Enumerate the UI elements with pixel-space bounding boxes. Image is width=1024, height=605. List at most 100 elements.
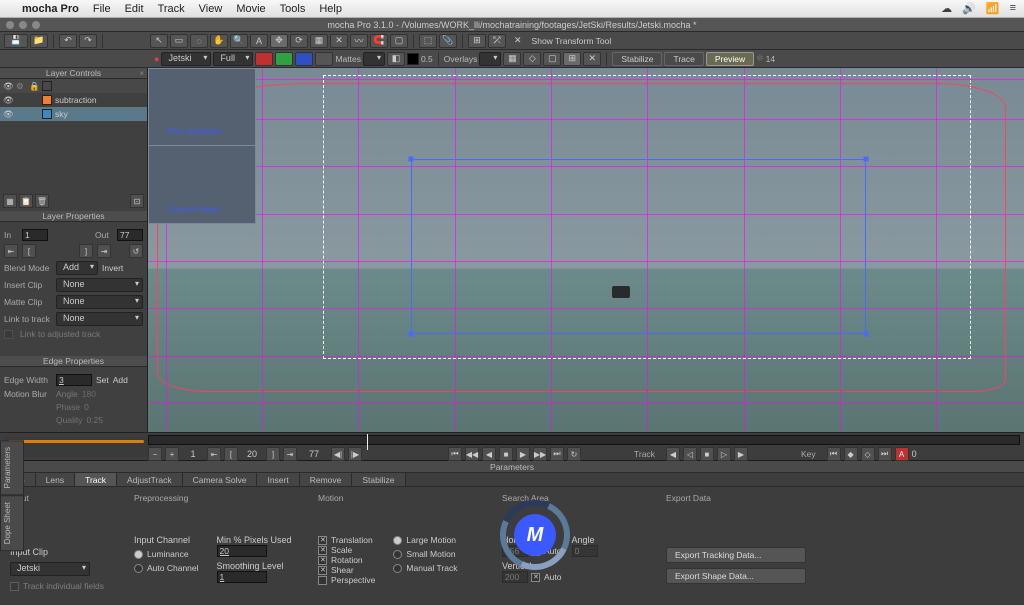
trace-button[interactable]: Trace xyxy=(664,52,703,66)
horizontal-auto-checkbox[interactable]: Auto xyxy=(531,546,562,556)
smoothing-field[interactable] xyxy=(217,571,267,583)
play-back-button[interactable]: ◀ xyxy=(482,447,496,461)
translation-checkbox[interactable]: Translation xyxy=(318,535,375,545)
angle-field[interactable] xyxy=(572,545,598,557)
large-motion-radio[interactable]: Large Motion xyxy=(393,535,457,545)
stop-button[interactable]: ■ xyxy=(499,447,513,461)
preview-button[interactable]: Preview xyxy=(706,52,754,66)
channel-g-button[interactable] xyxy=(275,52,293,66)
align-button[interactable]: ⊡ xyxy=(130,194,144,208)
prev-key-button[interactable]: ⏮ xyxy=(827,447,841,461)
traffic-lights[interactable] xyxy=(6,21,40,29)
move-tool[interactable]: ⤱ xyxy=(488,34,506,48)
autokey-a-button[interactable]: A xyxy=(895,447,909,461)
overlay-spline-toggle[interactable]: ◇ xyxy=(523,52,541,66)
link-track-dropdown[interactable]: None xyxy=(56,312,143,326)
attach-tool[interactable]: 📎 xyxy=(439,34,457,48)
panel-close-icon[interactable]: × xyxy=(139,69,144,78)
small-motion-radio[interactable]: Small Motion xyxy=(393,549,457,559)
app-menu[interactable]: mocha Pro xyxy=(22,3,79,15)
status-menu-icon[interactable]: ≡ xyxy=(1010,2,1016,15)
channel-r-button[interactable] xyxy=(255,52,273,66)
tab-stabilize[interactable]: Stabilize xyxy=(352,473,405,486)
perspective-checkbox[interactable]: Perspective xyxy=(318,575,375,585)
status-volume-icon[interactable]: 🔊 xyxy=(962,2,976,15)
timeline-ruler[interactable] xyxy=(148,435,1020,445)
out-field[interactable] xyxy=(117,229,143,241)
blend-mode-dropdown[interactable]: Add xyxy=(56,261,98,275)
close-hint-icon[interactable]: ✕ xyxy=(514,35,522,46)
open-button[interactable]: 📁 xyxy=(30,34,48,48)
play-button[interactable]: ▶ xyxy=(516,447,530,461)
edge-width-field[interactable] xyxy=(56,374,92,386)
edge-set-button[interactable]: Set xyxy=(96,375,109,385)
rotation-checkbox[interactable]: Rotation xyxy=(318,555,375,565)
track-fwd-button[interactable]: ▶ xyxy=(734,447,748,461)
stabilize-button[interactable]: Stabilize xyxy=(612,52,662,66)
lasso-tool[interactable]: ◌ xyxy=(190,34,208,48)
transform-tool[interactable]: ✥ xyxy=(270,34,288,48)
pointer-tool[interactable]: ↖ xyxy=(150,34,168,48)
zoom-tool[interactable]: 🔍 xyxy=(230,34,248,48)
insert-clip-dropdown[interactable]: None xyxy=(56,278,143,292)
vertical-field[interactable] xyxy=(502,571,528,583)
timeline-range-bar[interactable] xyxy=(8,440,144,443)
channel-b-button[interactable] xyxy=(295,52,313,66)
zoom-in-button[interactable]: + xyxy=(165,447,179,461)
snap-tool[interactable]: ⊞ xyxy=(468,34,486,48)
range-right[interactable]: |▶ xyxy=(348,447,362,461)
overlay-grid-toggle[interactable]: ⊞ xyxy=(563,52,581,66)
opacity-value[interactable]: 0.5 xyxy=(421,54,433,64)
layer-color-swatch[interactable] xyxy=(42,95,52,105)
track-back-button[interactable]: ◀ xyxy=(666,447,680,461)
status-cloud-icon[interactable]: ☁ xyxy=(941,2,952,15)
horizontal-field[interactable] xyxy=(502,545,528,557)
layer-row[interactable]: 👁 subtraction xyxy=(0,93,147,107)
export-tracking-button[interactable]: Export Tracking Data... xyxy=(666,547,806,563)
channel-a-button[interactable] xyxy=(315,52,333,66)
set-out-button[interactable]: ] xyxy=(79,244,93,258)
undo-button[interactable]: ↶ xyxy=(59,34,77,48)
menu-view[interactable]: View xyxy=(199,3,223,15)
go-end-button[interactable]: ⏭ xyxy=(550,447,564,461)
add-point-tool[interactable]: A xyxy=(250,34,268,48)
menu-edit[interactable]: Edit xyxy=(125,3,144,15)
status-wifi-icon[interactable]: 📶 xyxy=(986,2,1000,15)
tab-remove[interactable]: Remove xyxy=(300,473,353,486)
export-shape-button[interactable]: Export Shape Data... xyxy=(666,568,806,584)
selection-tool[interactable]: ▭ xyxy=(170,34,188,48)
in-field[interactable] xyxy=(22,229,48,241)
set-in-button[interactable]: [ xyxy=(22,244,36,258)
zoom-out-button[interactable]: − xyxy=(148,447,162,461)
record-icon[interactable]: ● xyxy=(154,54,159,64)
magnetic-tool[interactable]: 🧲 xyxy=(370,34,388,48)
save-button[interactable]: 💾 xyxy=(4,34,28,48)
bezier-tool[interactable]: 〰 xyxy=(350,34,368,48)
minpixels-field[interactable] xyxy=(217,545,267,557)
jump-in-button[interactable]: ⇤ xyxy=(4,244,18,258)
tab-insert[interactable]: Insert xyxy=(257,473,299,486)
track-fwd1-button[interactable]: ▷ xyxy=(717,447,731,461)
luminance-radio[interactable]: Luminance xyxy=(134,549,199,559)
matte-clip-dropdown[interactable]: None xyxy=(56,295,143,309)
range-left[interactable]: ◀| xyxy=(331,447,345,461)
input-clip-dropdown[interactable]: Jetski xyxy=(10,562,90,576)
tab-adjusttrack[interactable]: AdjustTrack xyxy=(117,473,183,486)
step-back-button[interactable]: ◀◀ xyxy=(465,447,479,461)
side-tab-dopesheet[interactable]: Dope Sheet xyxy=(0,495,24,551)
autochannel-radio[interactable]: Auto Channel xyxy=(134,563,199,573)
goto-out[interactable]: ] xyxy=(266,447,280,461)
mattes-dropdown[interactable] xyxy=(363,52,385,66)
menu-file[interactable]: File xyxy=(93,3,111,15)
set-out-point[interactable]: ⇥ xyxy=(283,447,297,461)
menu-help[interactable]: Help xyxy=(319,3,342,15)
reset-range-button[interactable]: ↺ xyxy=(129,244,143,258)
vertical-auto-checkbox[interactable]: Auto xyxy=(531,572,562,582)
hand-tool[interactable]: ✋ xyxy=(210,34,228,48)
side-tab-parameters[interactable]: Parameters xyxy=(0,440,24,495)
manual-track-radio[interactable]: Manual Track xyxy=(393,563,457,573)
shear-checkbox[interactable]: Shear xyxy=(318,565,375,575)
viewer[interactable]: Prev. Keyframe Current Frame xyxy=(148,68,1024,432)
next-key-button[interactable]: ⏭ xyxy=(878,447,892,461)
overlay-layers-toggle[interactable]: ▦ xyxy=(503,52,521,66)
